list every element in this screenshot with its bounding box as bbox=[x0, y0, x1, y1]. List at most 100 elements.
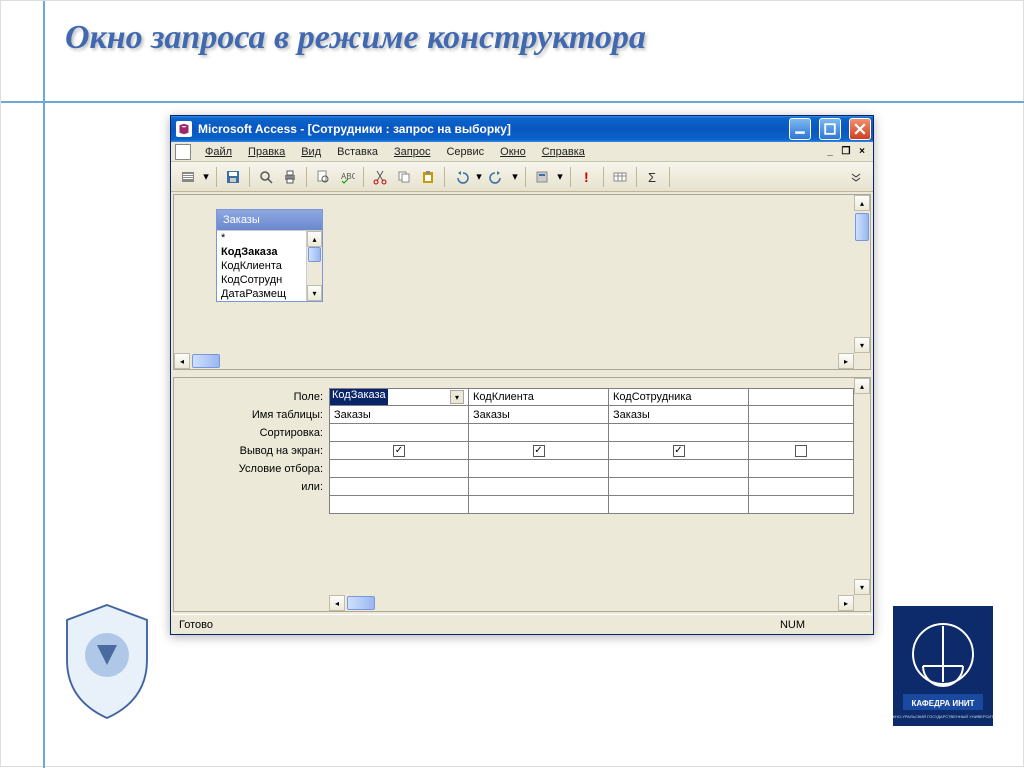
grid-empty-cell[interactable] bbox=[749, 496, 854, 514]
spelling-button[interactable]: ABC bbox=[336, 166, 358, 188]
table-field[interactable]: КодСотрудн bbox=[217, 273, 306, 287]
menu-query[interactable]: Запрос bbox=[386, 144, 438, 160]
table-field[interactable]: ДатаРазмещ bbox=[217, 287, 306, 301]
menu-file[interactable]: Файл bbox=[197, 144, 240, 160]
scroll-up-icon[interactable]: ▴ bbox=[307, 231, 322, 247]
table-field-all[interactable]: * bbox=[217, 231, 306, 245]
grid-show-cell[interactable]: ✓ bbox=[609, 442, 749, 460]
grid-criteria-cell[interactable] bbox=[329, 460, 469, 478]
grid-table-cell[interactable]: Заказы bbox=[609, 406, 749, 424]
table-field-primary[interactable]: КодЗаказа bbox=[217, 245, 306, 259]
scroll-thumb[interactable] bbox=[855, 213, 869, 241]
grid-empty-cell[interactable] bbox=[749, 424, 854, 442]
scroll-left-icon[interactable]: ◂ bbox=[329, 595, 345, 611]
status-num: NUM bbox=[780, 619, 805, 631]
svg-text:КАФЕДРА ИНИТ: КАФЕДРА ИНИТ bbox=[911, 699, 974, 708]
scroll-up-icon[interactable]: ▴ bbox=[854, 378, 870, 394]
redo-dropdown[interactable]: ▾ bbox=[510, 170, 520, 183]
paste-button[interactable] bbox=[417, 166, 439, 188]
grid-empty-cell[interactable] bbox=[749, 406, 854, 424]
table-field[interactable]: КодКлиента bbox=[217, 259, 306, 273]
undo-dropdown[interactable]: ▾ bbox=[474, 170, 484, 183]
scroll-up-icon[interactable]: ▴ bbox=[854, 195, 870, 211]
grid-blank-cell[interactable] bbox=[469, 496, 609, 514]
grid-criteria-cell[interactable] bbox=[609, 460, 749, 478]
scroll-thumb[interactable] bbox=[308, 247, 321, 262]
table-box-title[interactable]: Заказы bbox=[217, 210, 322, 230]
svg-text:Σ: Σ bbox=[648, 170, 656, 185]
undo-button[interactable] bbox=[450, 166, 472, 188]
scroll-corner bbox=[854, 595, 870, 611]
grid-or-cell[interactable] bbox=[469, 478, 609, 496]
scroll-right-icon[interactable]: ▸ bbox=[838, 353, 854, 369]
scroll-right-icon[interactable]: ▸ bbox=[838, 595, 854, 611]
grid-or-cell[interactable] bbox=[329, 478, 469, 496]
menu-service[interactable]: Сервис bbox=[438, 144, 492, 160]
tables-pane-content[interactable]: Заказы * КодЗаказа КодКлиента КодСотрудн… bbox=[174, 195, 854, 353]
grid-table-cell[interactable]: Заказы bbox=[329, 406, 469, 424]
redo-button[interactable] bbox=[486, 166, 508, 188]
grid-empty-cell[interactable] bbox=[749, 460, 854, 478]
print-button[interactable] bbox=[279, 166, 301, 188]
view-button[interactable] bbox=[177, 166, 199, 188]
checkbox-icon[interactable] bbox=[795, 445, 807, 457]
grid-criteria-cell[interactable] bbox=[469, 460, 609, 478]
query-type-dropdown[interactable]: ▾ bbox=[555, 170, 565, 183]
mdi-restore[interactable]: ❐ bbox=[839, 145, 853, 159]
pane-hscroll[interactable]: ◂ ▸ bbox=[174, 353, 854, 369]
grid-sort-cell[interactable] bbox=[329, 424, 469, 442]
grid-label-field: Поле: bbox=[174, 388, 329, 406]
grid-empty-cell[interactable] bbox=[749, 388, 854, 406]
menu-view[interactable]: Вид bbox=[293, 144, 329, 160]
mdi-close[interactable]: × bbox=[855, 145, 869, 159]
run-button[interactable]: ! bbox=[576, 166, 598, 188]
maximize-button[interactable] bbox=[819, 118, 841, 140]
tablebox-scrollbar[interactable]: ▴ ▾ bbox=[306, 231, 322, 301]
grid-blank-cell[interactable] bbox=[329, 496, 469, 514]
dropdown-icon[interactable]: ▾ bbox=[450, 390, 464, 404]
menu-help[interactable]: Справка bbox=[534, 144, 593, 160]
print-preview-button[interactable] bbox=[312, 166, 334, 188]
qbe-hscroll[interactable]: ◂ ▸ bbox=[329, 595, 854, 611]
mdi-minimize[interactable]: _ bbox=[823, 145, 837, 159]
pane-vscroll[interactable]: ▴ ▾ bbox=[854, 195, 870, 353]
table-box-orders[interactable]: Заказы * КодЗаказа КодКлиента КодСотрудн… bbox=[216, 209, 323, 302]
scroll-left-icon[interactable]: ◂ bbox=[174, 353, 190, 369]
grid-field-cell[interactable]: КодСотрудника bbox=[609, 388, 749, 406]
checkbox-checked-icon[interactable]: ✓ bbox=[533, 445, 545, 457]
scroll-down-icon[interactable]: ▾ bbox=[307, 285, 322, 301]
save-button[interactable] bbox=[222, 166, 244, 188]
grid-sort-cell[interactable] bbox=[609, 424, 749, 442]
show-table-button[interactable] bbox=[609, 166, 631, 188]
scroll-thumb[interactable] bbox=[347, 596, 375, 610]
totals-button[interactable]: Σ bbox=[642, 166, 664, 188]
grid-blank-cell[interactable] bbox=[609, 496, 749, 514]
minimize-button[interactable] bbox=[789, 118, 811, 140]
checkbox-checked-icon[interactable]: ✓ bbox=[673, 445, 685, 457]
grid-field-cell[interactable]: КодКлиента bbox=[469, 388, 609, 406]
grid-table-cell[interactable]: Заказы bbox=[469, 406, 609, 424]
toolbar-expand[interactable] bbox=[845, 166, 867, 188]
menu-window[interactable]: Окно bbox=[492, 144, 534, 160]
scroll-down-icon[interactable]: ▾ bbox=[854, 337, 870, 353]
grid-empty-cell[interactable] bbox=[749, 478, 854, 496]
grid-show-cell[interactable]: ✓ bbox=[469, 442, 609, 460]
query-type-button[interactable] bbox=[531, 166, 553, 188]
qbe-vscroll[interactable]: ▴ ▾ bbox=[854, 378, 870, 595]
search-button[interactable] bbox=[255, 166, 277, 188]
grid-show-cell[interactable] bbox=[749, 442, 854, 460]
grid-field-cell[interactable]: КодЗаказа ▾ bbox=[329, 388, 469, 406]
menu-edit[interactable]: Правка bbox=[240, 144, 293, 160]
copy-button[interactable] bbox=[393, 166, 415, 188]
checkbox-checked-icon[interactable]: ✓ bbox=[393, 445, 405, 457]
menu-insert[interactable]: Вставка bbox=[329, 144, 386, 160]
scroll-down-icon[interactable]: ▾ bbox=[854, 579, 870, 595]
grid-sort-cell[interactable] bbox=[469, 424, 609, 442]
window-title: Microsoft Access - [Сотрудники : запрос … bbox=[198, 122, 781, 136]
close-button[interactable] bbox=[849, 118, 871, 140]
grid-or-cell[interactable] bbox=[609, 478, 749, 496]
cut-button[interactable] bbox=[369, 166, 391, 188]
scroll-thumb[interactable] bbox=[192, 354, 220, 368]
grid-show-cell[interactable]: ✓ bbox=[329, 442, 469, 460]
view-dropdown[interactable]: ▾ bbox=[201, 170, 211, 183]
